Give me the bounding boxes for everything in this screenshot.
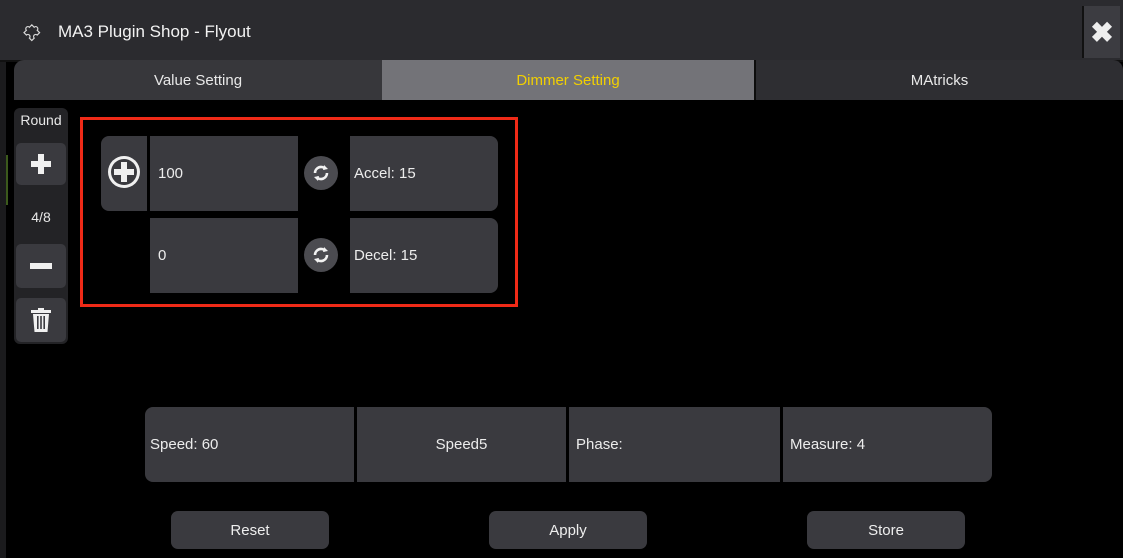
reset-label: Reset bbox=[230, 521, 270, 539]
plugin-puzzle-icon bbox=[22, 21, 44, 43]
tab-value-setting[interactable]: Value Setting bbox=[14, 60, 382, 100]
background-edge bbox=[6, 155, 8, 205]
phase-label: Phase: bbox=[576, 436, 623, 453]
tab-label: MAtricks bbox=[910, 71, 969, 89]
trash-icon bbox=[31, 308, 51, 332]
store-button[interactable]: Store bbox=[807, 511, 965, 549]
speed-label: Speed: 60 bbox=[150, 436, 219, 453]
tab-label: Dimmer Setting bbox=[516, 71, 620, 89]
remove-round-button[interactable] bbox=[16, 244, 66, 288]
tab-matricks[interactable]: MAtricks bbox=[754, 60, 1123, 100]
speed-master-label: Speed5 bbox=[435, 436, 488, 453]
measure-field[interactable]: Measure: 4 bbox=[783, 407, 992, 482]
close-x-icon: ✖ bbox=[1090, 16, 1114, 48]
round-count: 4/8 bbox=[31, 209, 51, 225]
speed-master-button[interactable]: Speed5 bbox=[357, 407, 566, 482]
add-round-button[interactable] bbox=[16, 143, 66, 185]
minus-icon bbox=[30, 263, 52, 269]
window-title: MA3 Plugin Shop - Flyout bbox=[58, 22, 251, 41]
reset-button[interactable]: Reset bbox=[171, 511, 329, 549]
store-label: Store bbox=[868, 521, 904, 539]
close-button[interactable]: ✖ bbox=[1082, 6, 1120, 58]
delete-button[interactable] bbox=[16, 298, 66, 342]
speed-field[interactable]: Speed: 60 bbox=[145, 407, 354, 482]
window-left-border bbox=[0, 62, 6, 558]
round-label: Round bbox=[20, 112, 62, 128]
plus-icon bbox=[31, 154, 51, 174]
measure-label: Measure: 4 bbox=[790, 436, 866, 453]
apply-label: Apply bbox=[549, 521, 587, 539]
highlight-annotation-box bbox=[80, 117, 518, 307]
tab-dimmer-setting[interactable]: Dimmer Setting bbox=[382, 60, 754, 100]
apply-button[interactable]: Apply bbox=[489, 511, 647, 549]
phase-field[interactable]: Phase: bbox=[569, 407, 780, 482]
tab-label: Value Setting bbox=[153, 71, 243, 89]
